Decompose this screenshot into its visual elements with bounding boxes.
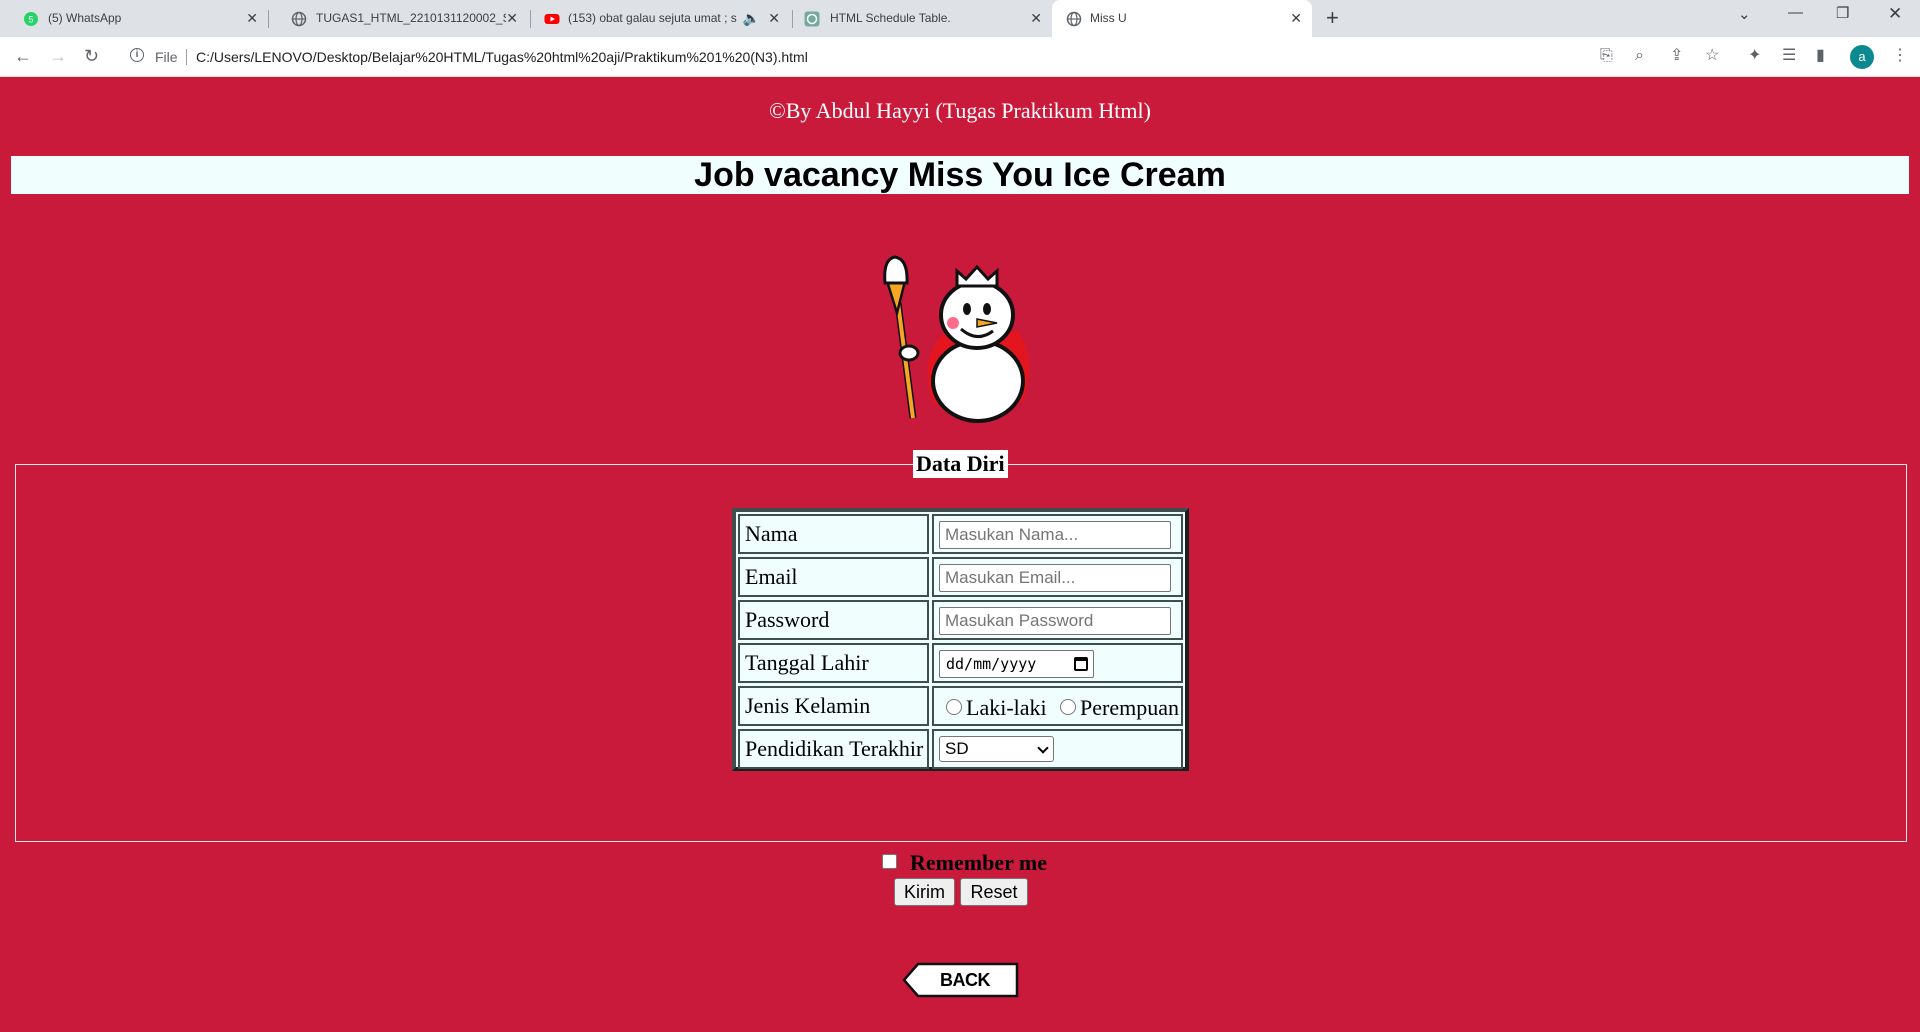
tab-tugas[interactable]: TUGAS1_HTML_2210131120002_SIT ✕ — [268, 0, 528, 37]
address-divider — [186, 49, 187, 65]
dob-date-input[interactable]: dd/mm/yyyy — [939, 650, 1094, 678]
share-icon[interactable]: ⇪ — [1670, 47, 1683, 65]
page-content: ©By Abdul Hayyi (Tugas Praktikum Html) J… — [0, 78, 1920, 1032]
info-icon[interactable]: i — [130, 48, 144, 62]
dob-cell: dd/mm/yyyy — [932, 643, 1183, 683]
tab-title: (5) WhatsApp — [48, 11, 122, 25]
tab-html-schedule[interactable]: HTML Schedule Table. ✕ — [792, 0, 1052, 37]
form-table: Nama Masukan Nama... Email Masukan Email… — [732, 508, 1189, 771]
email-input[interactable]: Masukan Email... — [939, 564, 1171, 592]
address-bar[interactable]: i File C:/Users/LENOVO/Desktop/Belajar%2… — [118, 42, 1758, 72]
reading-list-icon[interactable]: ☰ — [1782, 47, 1796, 65]
table-row: Nama Masukan Nama... — [738, 514, 1183, 554]
restore-icon[interactable]: ❐ — [1836, 4, 1849, 22]
browser-toolbar: ← → ↻ i File C:/Users/LENOVO/Desktop/Bel… — [0, 37, 1920, 77]
tab-search-icon[interactable]: ⌄ — [1738, 5, 1751, 23]
dob-placeholder: dd/mm/yyyy — [946, 655, 1037, 673]
table-row: Password Masukan Password — [738, 600, 1183, 640]
email-label: Email — [738, 557, 929, 597]
globe-icon — [291, 11, 307, 27]
table-row: Jenis Kelamin Laki-laki Perempuan — [738, 686, 1183, 726]
bookmark-star-icon[interactable]: ☆ — [1705, 47, 1719, 65]
gender-cell: Laki-laki Perempuan — [932, 686, 1183, 726]
male-radio[interactable] — [946, 699, 962, 715]
back-button[interactable]: BACK — [902, 962, 1019, 998]
address-url[interactable]: C:/Users/LENOVO/Desktop/Belajar%20HTML/T… — [196, 49, 808, 65]
youtube-icon — [544, 14, 560, 24]
snowman-mascot-image — [883, 255, 1030, 423]
female-radio-label[interactable]: Perempuan — [1080, 690, 1179, 726]
tab-title: HTML Schedule Table. — [830, 11, 951, 25]
name-label: Nama — [738, 514, 929, 554]
password-input[interactable]: Masukan Password — [939, 607, 1171, 635]
chatgpt-icon — [804, 11, 820, 27]
tab-title: (153) obat galau sejuta umat ; s — [568, 11, 737, 25]
browser-tab-bar: 5 (5) WhatsApp ✕ TUGAS1_HTML_22101311200… — [0, 0, 1920, 37]
back-arrow-icon[interactable]: ← — [14, 46, 32, 66]
education-cell: SD — [932, 729, 1183, 769]
male-radio-label[interactable]: Laki-laki — [966, 690, 1047, 726]
close-window-icon[interactable]: ✕ — [1888, 4, 1902, 24]
profile-avatar[interactable]: a — [1850, 45, 1874, 69]
speaker-icon[interactable]: 🔈 — [743, 10, 760, 26]
female-radio[interactable] — [1060, 699, 1076, 715]
submit-button[interactable]: Kirim — [894, 878, 955, 906]
back-label: BACK — [940, 970, 991, 990]
minimize-icon[interactable]: — — [1788, 4, 1803, 21]
fieldset-legend: Data Diri — [913, 450, 1008, 478]
chevron-down-icon — [1037, 742, 1049, 754]
tab-title: TUGAS1_HTML_2210131120002_SIT — [316, 11, 506, 25]
password-label: Password — [738, 600, 929, 640]
reload-icon[interactable]: ↻ — [84, 46, 99, 66]
new-tab-icon[interactable]: + — [1326, 6, 1339, 30]
translate-icon[interactable]: ⎘ — [1600, 47, 1613, 65]
table-row: Email Masukan Email... — [738, 557, 1183, 597]
close-icon[interactable]: ✕ — [1290, 10, 1302, 26]
side-panel-icon[interactable]: ▮ — [1816, 47, 1825, 65]
tab-title: Miss U — [1090, 11, 1127, 25]
password-cell: Masukan Password — [932, 600, 1183, 640]
dob-label: Tanggal Lahir — [738, 643, 929, 683]
name-cell: Masukan Nama... — [932, 514, 1183, 554]
calendar-icon[interactable] — [1074, 657, 1088, 671]
forward-arrow-icon[interactable]: → — [49, 46, 67, 66]
tab-whatsapp[interactable]: 5 (5) WhatsApp ✕ — [0, 0, 268, 37]
zoom-icon[interactable]: ⌕ — [1635, 47, 1644, 65]
email-cell: Masukan Email... — [932, 557, 1183, 597]
close-icon[interactable]: ✕ — [1030, 10, 1042, 26]
page-title: Job vacancy Miss You Ice Cream — [11, 156, 1909, 194]
close-icon[interactable]: ✕ — [506, 10, 518, 26]
reset-button[interactable]: Reset — [960, 878, 1028, 906]
remember-me-label[interactable]: Remember me — [910, 851, 1047, 875]
name-input[interactable]: Masukan Nama... — [939, 521, 1171, 549]
menu-icon[interactable]: ⋮ — [1892, 47, 1908, 65]
gender-label: Jenis Kelamin — [738, 686, 929, 726]
whatsapp-icon: 5 — [24, 12, 38, 26]
remember-me-checkbox[interactable] — [882, 854, 897, 869]
close-icon[interactable]: ✕ — [768, 10, 780, 26]
table-row: Pendidikan Terakhir SD — [738, 729, 1183, 769]
author-credit: ©By Abdul Hayyi (Tugas Praktikum Html) — [769, 98, 1151, 123]
address-scheme: File — [155, 49, 178, 65]
education-label: Pendidikan Terakhir — [738, 729, 929, 769]
tab-miss-u[interactable]: Miss U ✕ — [1052, 0, 1312, 37]
close-icon[interactable]: ✕ — [246, 10, 258, 26]
globe-icon — [1066, 11, 1082, 27]
svg-text:5: 5 — [28, 15, 33, 25]
education-selected-value: SD — [945, 739, 969, 758]
tab-youtube[interactable]: (153) obat galau sejuta umat ; s 🔈 ✕ — [530, 0, 790, 37]
extensions-icon[interactable]: ✦ — [1748, 47, 1761, 65]
table-row: Tanggal Lahir dd/mm/yyyy — [738, 643, 1183, 683]
education-select[interactable]: SD — [939, 736, 1054, 762]
